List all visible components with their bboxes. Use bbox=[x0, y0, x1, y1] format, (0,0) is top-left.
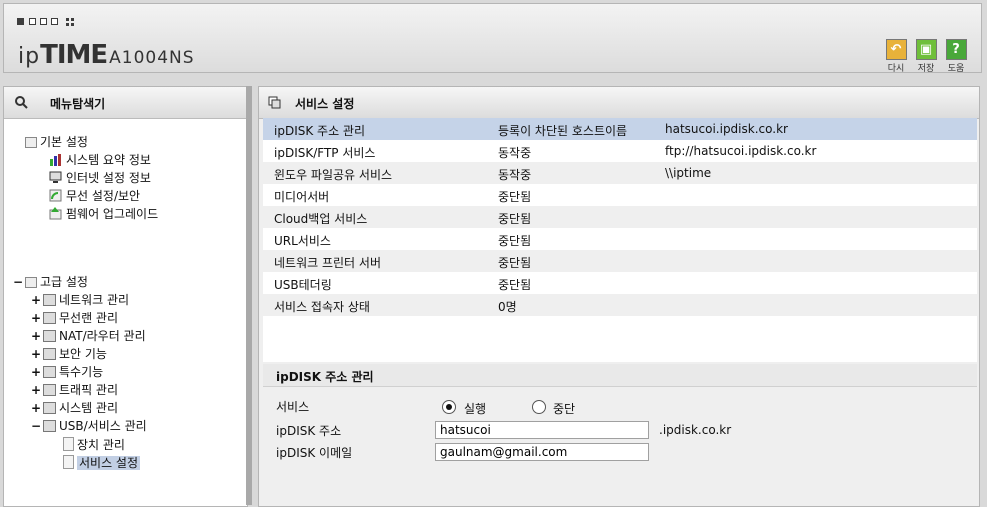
service-row[interactable]: 서비스 접속자 상태 0명 bbox=[263, 294, 977, 316]
page-icon bbox=[63, 437, 74, 451]
usb-icon bbox=[43, 420, 56, 432]
wireless-icon bbox=[43, 312, 56, 324]
grid-dots-icon bbox=[66, 18, 74, 26]
run-radio-label[interactable]: 실행 bbox=[464, 400, 486, 417]
address-label: ipDISK 주소 bbox=[276, 424, 342, 438]
tree-nat-router[interactable]: + NAT/라우터 관리 bbox=[31, 329, 146, 344]
expand-toggle[interactable]: + bbox=[31, 347, 41, 362]
expand-toggle[interactable]: + bbox=[31, 383, 41, 398]
blank-row bbox=[263, 316, 977, 338]
upgrade-icon bbox=[49, 207, 63, 220]
save-icon: ▣ bbox=[915, 39, 937, 60]
router-icon bbox=[43, 330, 56, 342]
network-icon bbox=[43, 294, 56, 306]
window-copy-icon bbox=[268, 96, 281, 109]
ipdisk-email-input[interactable] bbox=[435, 443, 649, 461]
tree-firmware-upgrade[interactable]: 펌웨어 업그레이드 bbox=[49, 207, 158, 222]
window-square-icon bbox=[40, 18, 47, 25]
expand-toggle[interactable]: + bbox=[31, 311, 41, 326]
run-radio[interactable] bbox=[442, 400, 456, 414]
window-square-icon bbox=[17, 18, 24, 25]
folder-icon bbox=[25, 137, 37, 148]
menu-explorer-header: 메뉴탐색기 bbox=[4, 87, 247, 119]
ipdisk-section-header: ipDISK 주소 관리 bbox=[263, 364, 977, 387]
help-icon: ? bbox=[945, 39, 967, 60]
lock-icon bbox=[43, 348, 56, 360]
monitor-icon bbox=[49, 171, 63, 184]
tree-network-management[interactable]: + 네트워크 관리 bbox=[31, 293, 129, 308]
chart-icon bbox=[43, 402, 56, 414]
tree-system-management[interactable]: + 시스템 관리 bbox=[31, 401, 118, 416]
tree-wireless-management[interactable]: + 무선랜 관리 bbox=[31, 311, 118, 326]
tree-usb-service-management[interactable]: − USB/서비스 관리 bbox=[31, 419, 147, 434]
undo-icon: ↶ bbox=[885, 39, 907, 60]
expand-toggle[interactable]: + bbox=[31, 329, 41, 344]
tree-advanced-settings[interactable]: − 고급 설정 bbox=[13, 275, 88, 290]
service-row[interactable]: Cloud백업 서비스 중단됨 bbox=[263, 206, 977, 228]
tree-special-functions[interactable]: + 특수기능 bbox=[31, 365, 103, 380]
service-row[interactable]: USB테더링 중단됨 bbox=[263, 272, 977, 294]
magnifier-icon bbox=[15, 96, 28, 109]
chart-icon bbox=[49, 153, 63, 166]
folder-icon bbox=[25, 277, 37, 288]
tree-traffic-management[interactable]: + 트래픽 관리 bbox=[31, 383, 118, 398]
panel-divider bbox=[246, 86, 252, 505]
traffic-icon bbox=[43, 384, 56, 396]
tree-service-settings[interactable]: 서비스 설정 bbox=[63, 455, 141, 471]
iptime-logo: ipTIME A1004NS bbox=[18, 40, 195, 70]
help-button[interactable]: ? 도움 bbox=[942, 39, 970, 74]
service-row[interactable]: URL서비스 중단됨 bbox=[263, 228, 977, 250]
save-button[interactable]: ▣ 저장 bbox=[912, 39, 940, 74]
tree-device-management[interactable]: 장치 관리 bbox=[63, 437, 125, 453]
top-header: ipTIME A1004NS ↶ 다시 ▣ 저장 ? 도움 bbox=[3, 3, 982, 74]
service-row[interactable]: 미디어서버 중단됨 bbox=[263, 184, 977, 206]
service-row[interactable]: 네트워크 프린터 서버 중단됨 bbox=[263, 250, 977, 272]
tree-internet-settings[interactable]: 인터넷 설정 정보 bbox=[49, 171, 151, 186]
tree-security-functions[interactable]: + 보안 기능 bbox=[31, 347, 107, 362]
page-title: 서비스 설정 bbox=[295, 97, 355, 111]
service-settings-header: 서비스 설정 bbox=[259, 87, 979, 119]
blank-row bbox=[263, 338, 977, 362]
model-name: A1004NS bbox=[109, 48, 195, 68]
service-row[interactable]: 윈도우 파일공유 서비스 동작중 \\iptime bbox=[263, 162, 977, 184]
collapse-toggle[interactable]: − bbox=[13, 275, 23, 290]
stop-radio[interactable] bbox=[532, 400, 546, 414]
tree-basic-settings[interactable]: 기본 설정 bbox=[25, 135, 88, 150]
page-icon bbox=[63, 455, 74, 469]
address-suffix: .ipdisk.co.kr bbox=[659, 423, 732, 437]
undo-button[interactable]: ↶ 다시 bbox=[882, 39, 910, 74]
window-square-icon bbox=[29, 18, 36, 25]
stop-radio-label[interactable]: 중단 bbox=[553, 400, 575, 417]
expand-toggle[interactable]: + bbox=[31, 401, 41, 416]
service-settings-panel: 서비스 설정 ipDISK 주소 관리 등록이 차단된 호스트이름 hatsuc… bbox=[258, 86, 980, 507]
email-label: ipDISK 이메일 bbox=[276, 446, 353, 460]
tools-icon bbox=[43, 366, 56, 378]
service-row[interactable]: ipDISK/FTP 서비스 동작중 ftp://hatsucoi.ipdisk… bbox=[263, 140, 977, 162]
ipdisk-address-input[interactable] bbox=[435, 421, 649, 439]
expand-toggle[interactable]: + bbox=[31, 365, 41, 380]
wireless-icon bbox=[49, 189, 63, 202]
service-row[interactable]: ipDISK 주소 관리 등록이 차단된 호스트이름 hatsucoi.ipdi… bbox=[263, 118, 977, 140]
menu-explorer-panel: 메뉴탐색기 기본 설정 시스템 요약 정보 인터넷 설정 정보 무선 설정/보안… bbox=[3, 86, 248, 507]
service-label: 서비스 bbox=[276, 400, 310, 414]
tree-system-summary[interactable]: 시스템 요약 정보 bbox=[49, 153, 151, 168]
collapse-toggle[interactable]: − bbox=[31, 419, 41, 434]
tree-wireless-security[interactable]: 무선 설정/보안 bbox=[49, 189, 140, 204]
menu-explorer-title: 메뉴탐색기 bbox=[50, 97, 106, 111]
window-square-icon bbox=[51, 18, 58, 25]
expand-toggle[interactable]: + bbox=[31, 293, 41, 308]
